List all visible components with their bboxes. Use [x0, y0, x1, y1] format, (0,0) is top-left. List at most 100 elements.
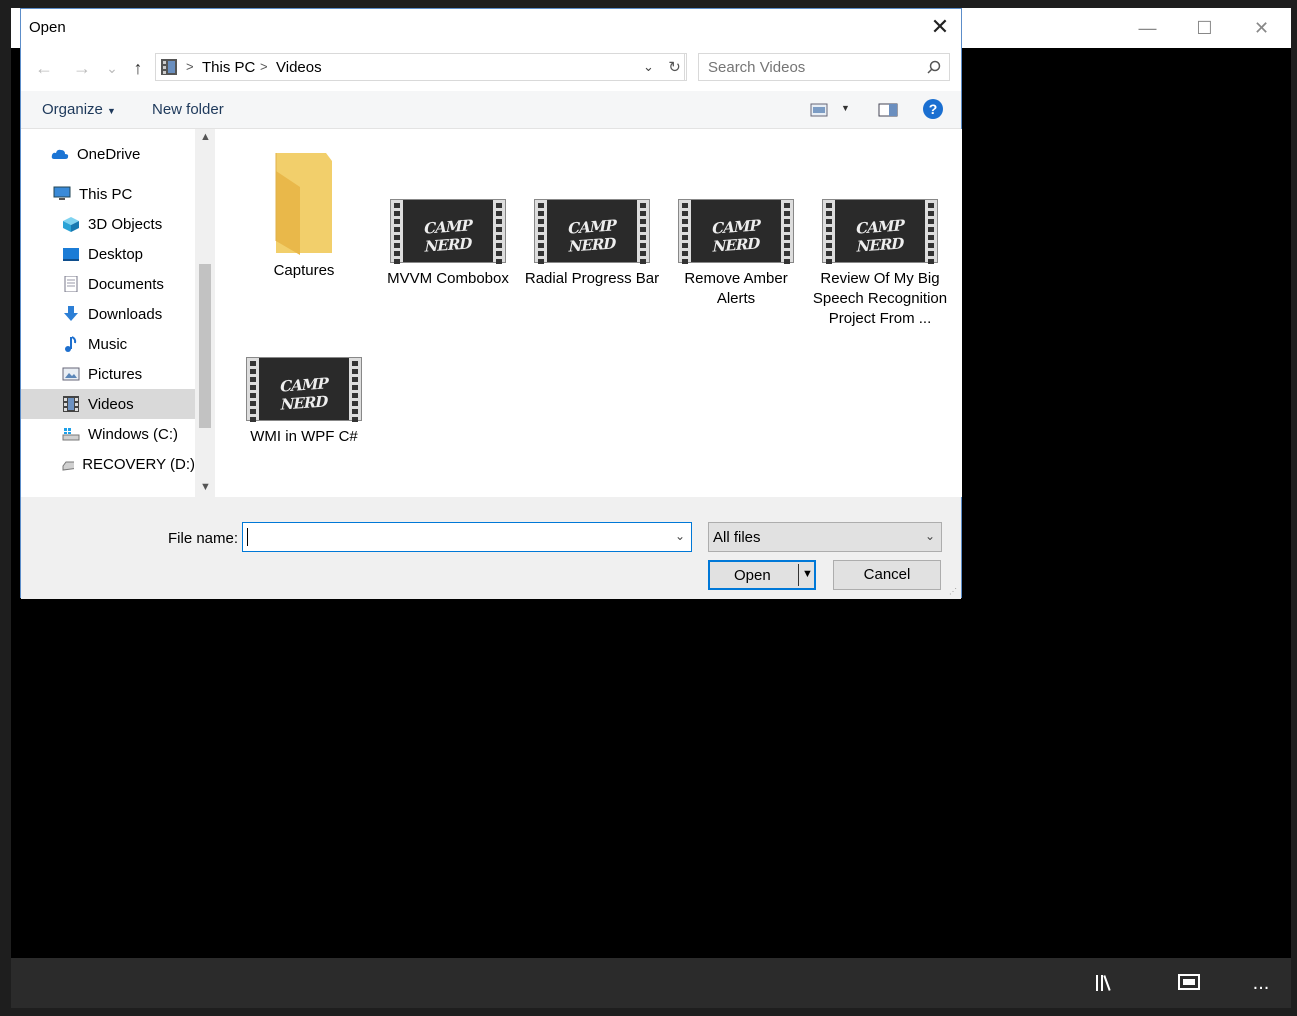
view-icon[interactable]	[810, 103, 828, 117]
minimize-icon: —	[1138, 17, 1157, 38]
camp-nerd-logo: CAMP NERD	[712, 216, 760, 256]
sidebar-item-desktop[interactable]: Desktop	[21, 239, 195, 269]
dialog-close-button[interactable]: ✕	[923, 11, 957, 43]
sidebar-item-label: Downloads	[88, 305, 163, 323]
chevron-down-icon[interactable]: ⌄	[675, 529, 685, 543]
video-icon	[63, 396, 79, 412]
sidebar-item-label: OneDrive	[77, 145, 141, 163]
video-thumbnail: CAMP NERD	[678, 199, 794, 264]
sidebar-item-music[interactable]: Music	[21, 329, 195, 359]
file-item-wmi-in-wpf[interactable]: CAMP NERD WMI in WPF C#	[234, 357, 374, 447]
view-options-dropdown-icon[interactable]: ▼	[841, 103, 850, 113]
file-name: Remove Amber Alerts	[684, 270, 788, 307]
open-file-dialog: Open ✕ ← → ⌄ ↑ > This PC > Videos ⌄ ↻ Or…	[20, 8, 962, 599]
breadcrumb-this-pc[interactable]: This PC	[202, 59, 255, 76]
recent-locations-button[interactable]: ⌄	[101, 57, 123, 79]
sidebar-item-this-pc[interactable]: This PC	[21, 179, 195, 209]
sidebar-item-pictures[interactable]: Pictures	[21, 359, 195, 389]
back-button[interactable]: ←	[33, 57, 55, 79]
organize-button[interactable]: Organize ▼	[42, 101, 116, 118]
sidebar-item-videos[interactable]: Videos	[21, 389, 195, 419]
video-thumbnail: CAMP NERD	[534, 199, 650, 264]
scrollbar-thumb[interactable]	[199, 264, 211, 428]
sidebar-item-onedrive[interactable]: OneDrive	[21, 139, 195, 169]
dialog-footer: File name: ⌄ All files ⌄ Open ▼ Cancel ⋰	[21, 497, 961, 599]
desktop-icon	[63, 248, 79, 261]
up-arrow-icon: ↑	[133, 57, 143, 78]
up-button[interactable]: ↑	[127, 57, 149, 79]
more-options-button[interactable]: ...	[1247, 970, 1275, 996]
scroll-down-icon[interactable]: ▼	[200, 481, 211, 493]
scroll-up-icon[interactable]: ▲	[200, 131, 211, 143]
download-icon	[64, 306, 78, 321]
breadcrumb-videos[interactable]: Videos	[276, 59, 322, 76]
close-icon: ✕	[1253, 17, 1270, 38]
refresh-icon: ↻	[668, 59, 681, 76]
back-arrow-icon: ←	[35, 57, 53, 78]
file-item-remove-amber-alerts[interactable]: CAMP NERD Remove Amber Alerts	[666, 199, 806, 309]
sidebar-item-label: Videos	[88, 395, 134, 413]
navigation-bar: ← → ⌄ ↑ > This PC > Videos ⌄ ↻	[21, 45, 961, 91]
chevron-down-icon: ⌄	[106, 59, 118, 76]
file-type-select[interactable]: All files ⌄	[708, 522, 942, 552]
camp-nerd-logo: CAMP NERD	[568, 216, 616, 256]
video-thumbnail: CAMP NERD	[390, 199, 506, 264]
sidebar-item-downloads[interactable]: Downloads	[21, 299, 195, 329]
drive-icon	[62, 461, 75, 471]
breadcrumb-separator: >	[186, 59, 194, 74]
file-list: Captures CAMP NERD MVVM Combobox CAMP NE…	[215, 129, 962, 497]
forward-button[interactable]: →	[71, 57, 93, 79]
library-button[interactable]	[1091, 970, 1119, 996]
video-thumbnail: CAMP NERD	[822, 199, 938, 264]
sidebar-item-windows-c[interactable]: Windows (C:)	[21, 419, 195, 449]
caret-down-icon: ▼	[107, 106, 116, 116]
picture-icon	[62, 367, 80, 381]
text-caret	[247, 528, 248, 546]
navigation-pane-scrollbar[interactable]: ▲ ▼	[195, 129, 215, 497]
file-item-review-speech-recognition[interactable]: CAMP NERD Review Of My Big Speech Recogn…	[810, 199, 950, 329]
address-dropdown-icon[interactable]: ⌄	[643, 59, 654, 75]
file-item-radial-progress-bar[interactable]: CAMP NERD Radial Progress Bar	[522, 199, 662, 289]
file-name: WMI in WPF C#	[250, 428, 358, 445]
sidebar-item-label: 3D Objects	[88, 215, 163, 233]
chevron-down-icon: ⌄	[924, 529, 935, 543]
open-button-label: Open	[734, 567, 771, 584]
address-bar[interactable]: > This PC > Videos ⌄	[155, 53, 685, 81]
resize-grip[interactable]: ⋰	[949, 587, 959, 597]
sidebar-item-label: Pictures	[88, 365, 143, 383]
file-name: Captures	[273, 262, 335, 279]
search-box[interactable]	[698, 53, 950, 81]
cloud-icon	[51, 149, 69, 159]
split-divider	[798, 564, 799, 586]
new-folder-button[interactable]: New folder	[152, 101, 224, 118]
svg-text:?: ?	[929, 101, 938, 117]
sidebar-item-documents[interactable]: Documents	[21, 269, 195, 299]
dialog-title-bar: Open ✕	[21, 9, 961, 45]
camp-nerd-logo: CAMP NERD	[856, 216, 904, 256]
help-icon[interactable]: ?	[922, 98, 944, 120]
maximize-icon: ☐	[1196, 17, 1213, 38]
sidebar-item-3d-objects[interactable]: 3D Objects	[21, 209, 195, 239]
search-input[interactable]	[708, 59, 908, 76]
open-options-dropdown-icon[interactable]: ▼	[802, 568, 813, 580]
close-app-button[interactable]: ✕	[1233, 8, 1290, 48]
file-name-label: File name:	[168, 530, 239, 547]
sidebar-item-label: Windows (C:)	[88, 425, 179, 443]
open-button[interactable]: Open ▼	[708, 560, 816, 590]
cancel-button[interactable]: Cancel	[833, 560, 941, 590]
sidebar-item-recovery-d[interactable]: RECOVERY (D:)	[21, 449, 195, 479]
navigation-pane: OneDrive This PC 3D Objects Desktop Docu…	[21, 129, 215, 497]
video-folder-icon	[161, 59, 177, 75]
file-item-captures[interactable]: Captures	[234, 151, 374, 281]
file-name-input[interactable]: ⌄	[242, 522, 692, 552]
file-item-mvvm-combobox[interactable]: CAMP NERD MVVM Combobox	[378, 199, 518, 289]
maximize-button[interactable]: ☐	[1176, 8, 1233, 48]
refresh-button[interactable]: ↻	[663, 53, 687, 81]
mini-view-icon	[1178, 974, 1200, 990]
sidebar-item-label: This PC	[79, 185, 133, 203]
preview-pane-icon[interactable]	[878, 103, 898, 117]
document-icon	[64, 276, 78, 292]
minimize-button[interactable]: —	[1119, 8, 1176, 48]
breadcrumb-separator: >	[260, 59, 268, 74]
mini-view-button[interactable]	[1175, 970, 1203, 996]
